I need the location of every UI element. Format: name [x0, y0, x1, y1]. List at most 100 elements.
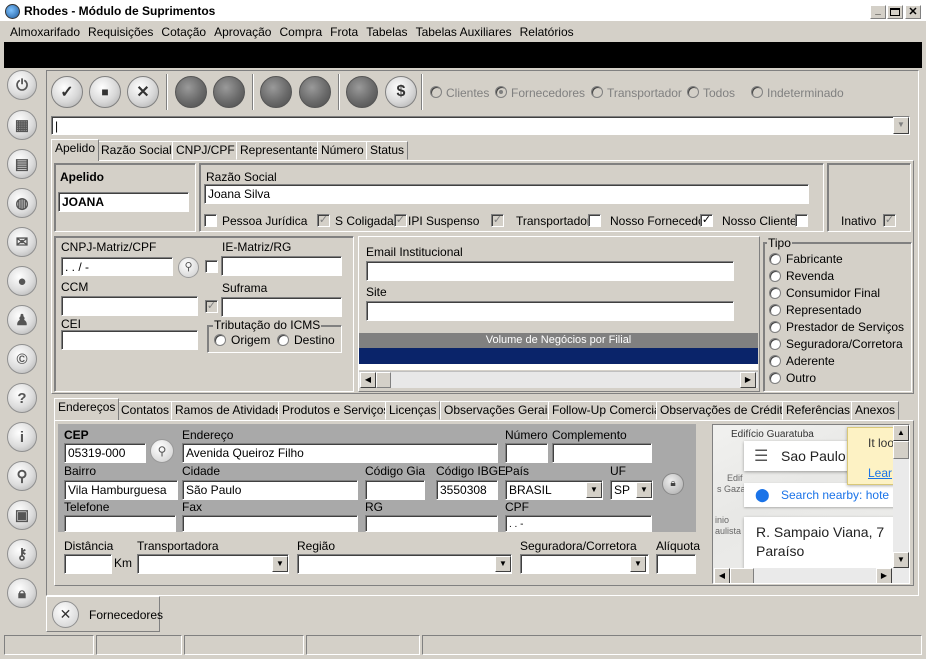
ie-checkbox[interactable]	[205, 260, 218, 273]
radio-indeterminado[interactable]	[751, 86, 763, 98]
copyright-icon[interactable]: ©	[7, 344, 37, 374]
search-icon[interactable]: ⚲	[7, 461, 37, 491]
help-icon[interactable]: ?	[7, 383, 37, 413]
tipo-revenda-radio[interactable]	[769, 270, 781, 282]
radio-todos[interactable]	[687, 86, 699, 98]
ccm-input[interactable]	[61, 296, 198, 316]
cei-input[interactable]	[61, 330, 198, 350]
tab-ramos[interactable]: Ramos de Atividade	[171, 401, 286, 420]
radio-clientes[interactable]	[430, 86, 442, 98]
menu-aprovacao[interactable]: Aprovação	[210, 22, 275, 42]
inativo-checkbox[interactable]: ✓	[883, 214, 896, 227]
tipo-fabricante-radio[interactable]	[769, 253, 781, 265]
scroll-left-icon[interactable]: ◀	[360, 372, 376, 388]
tab-observacoes-credito[interactable]: Observações de Crédito	[656, 401, 794, 420]
bairro-input[interactable]: Vila Hamburguesa	[64, 480, 178, 500]
map-scroll-down-icon[interactable]: ▼	[893, 552, 909, 568]
transportadora-select[interactable]	[137, 554, 289, 574]
s-coligada-checkbox[interactable]: ✓	[317, 214, 330, 227]
transportador-checkbox[interactable]	[588, 214, 601, 227]
ibge-input[interactable]: 3550308	[436, 480, 498, 500]
origem-radio[interactable]	[214, 334, 226, 346]
volume-scrollbar[interactable]	[359, 371, 758, 388]
tab-contatos[interactable]: Contatos	[117, 401, 174, 420]
tab-status[interactable]: Status	[366, 141, 409, 160]
map-popup-link[interactable]: Lear	[868, 466, 892, 480]
camera-icon[interactable]: ▣	[7, 500, 37, 530]
menu-tabelas[interactable]: Tabelas	[362, 22, 411, 42]
seguradora-dropdown-icon[interactable]: ▼	[630, 556, 646, 572]
scroll-thumb[interactable]	[376, 372, 391, 388]
globe-icon[interactable]: ◍	[7, 188, 37, 218]
info-icon[interactable]: i	[7, 422, 37, 452]
regiao-select[interactable]	[297, 554, 512, 574]
volume-selected-row[interactable]	[359, 348, 758, 364]
close-tab-icon[interactable]: ✕	[52, 601, 79, 628]
tab-produtos[interactable]: Produtos e Serviços	[278, 401, 394, 420]
tipo-prestador-radio[interactable]	[769, 321, 781, 333]
email-input[interactable]	[366, 261, 734, 281]
radio-transportador[interactable]	[591, 86, 603, 98]
distancia-input[interactable]	[64, 554, 112, 574]
minimize-button[interactable]: _	[870, 5, 886, 19]
destino-radio[interactable]	[277, 334, 289, 346]
map-nearby-button[interactable]: ⬤ Search nearby: hote	[744, 483, 904, 507]
tab-anexos[interactable]: Anexos	[851, 401, 900, 420]
tab-razao-social[interactable]: Razão Social	[97, 141, 176, 160]
endereco-input[interactable]: Avenida Queiroz Filho	[182, 443, 498, 463]
menu-tabelas-auxiliares[interactable]: Tabelas Auxiliares	[412, 22, 516, 42]
power-icon[interactable]: ⏻	[7, 70, 37, 100]
search-combo[interactable]: |	[51, 116, 910, 135]
scroll-right-icon[interactable]: ▶	[740, 372, 756, 388]
lock-icon[interactable]: 🔒︎	[7, 578, 37, 608]
tipo-consumidor-radio[interactable]	[769, 287, 781, 299]
tab-referencias[interactable]: Referências	[782, 401, 855, 420]
telefone-input[interactable]	[64, 515, 176, 532]
money-button[interactable]: $	[385, 76, 417, 108]
tab-licencas[interactable]: Licenças	[385, 401, 441, 420]
numero-input[interactable]	[505, 443, 548, 463]
map-vscroll-thumb[interactable]	[893, 441, 909, 459]
menu-almoxarifado[interactable]: Almoxarifado	[6, 22, 84, 42]
tipo-outro-radio[interactable]	[769, 372, 781, 384]
map-scroll-right-icon[interactable]: ▶	[876, 568, 892, 583]
tab-follow-up[interactable]: Follow-Up Comercial	[548, 401, 668, 420]
map-scroll-up-icon[interactable]: ▲	[893, 425, 909, 441]
cpf-input[interactable]: . . -	[505, 515, 652, 532]
user-icon[interactable]: ♟	[7, 305, 37, 335]
close-button[interactable]: ✕	[905, 5, 921, 19]
map-hscroll-thumb[interactable]	[730, 568, 754, 583]
apelido-input[interactable]: JOANA	[58, 192, 189, 212]
tipo-seguradora-radio[interactable]	[769, 338, 781, 350]
tab-enderecos[interactable]: Endereços	[54, 398, 120, 420]
fornecedores-window-tab[interactable]: ✕ Fornecedores	[46, 596, 163, 632]
nosso-fornecedor-checkbox[interactable]: ✓	[700, 214, 713, 227]
tab-numero[interactable]: Número	[317, 141, 368, 160]
grid-icon[interactable]: ▤	[7, 149, 37, 179]
aliquota-input[interactable]	[656, 554, 696, 574]
transportadora-dropdown-icon[interactable]: ▼	[272, 556, 288, 572]
map-popup[interactable]: It loo Lear	[847, 427, 895, 485]
chat-icon[interactable]: ●	[7, 266, 37, 296]
map-scroll-left-icon[interactable]: ◀	[714, 568, 730, 583]
tipo-representado-radio[interactable]	[769, 304, 781, 316]
suframa-checkbox[interactable]: ✓	[205, 300, 218, 313]
confirm-button[interactable]: ✓	[51, 76, 83, 108]
pais-dropdown-icon[interactable]: ▼	[586, 482, 602, 498]
hamburger-icon[interactable]: ☰	[754, 446, 768, 466]
radio-fornecedores[interactable]	[495, 86, 507, 98]
cnpj-input[interactable]: . . / -	[61, 257, 173, 276]
menu-compra[interactable]: Compra	[275, 22, 326, 42]
map-address-card[interactable]: R. Sampaio Viana, 7 Paraíso	[744, 517, 909, 569]
map-view[interactable]: Edifício Guaratuba Edif s Gazal inio aul…	[712, 424, 910, 584]
new-button[interactable]: ■	[89, 76, 121, 108]
cidade-input[interactable]: São Paulo	[182, 480, 358, 500]
ipi-suspenso-checkbox[interactable]: ✓	[394, 214, 407, 227]
ie-input[interactable]	[221, 256, 342, 276]
cep-search-icon[interactable]: ⚲	[150, 439, 174, 463]
tab-cnpj-cpf[interactable]: CNPJ/CPF	[172, 141, 239, 160]
tipo-aderente-radio[interactable]	[769, 355, 781, 367]
search-combo-dropdown[interactable]: ▼	[893, 117, 909, 134]
tab-apelido[interactable]: Apelido	[51, 139, 100, 161]
rg-input[interactable]	[365, 515, 498, 532]
